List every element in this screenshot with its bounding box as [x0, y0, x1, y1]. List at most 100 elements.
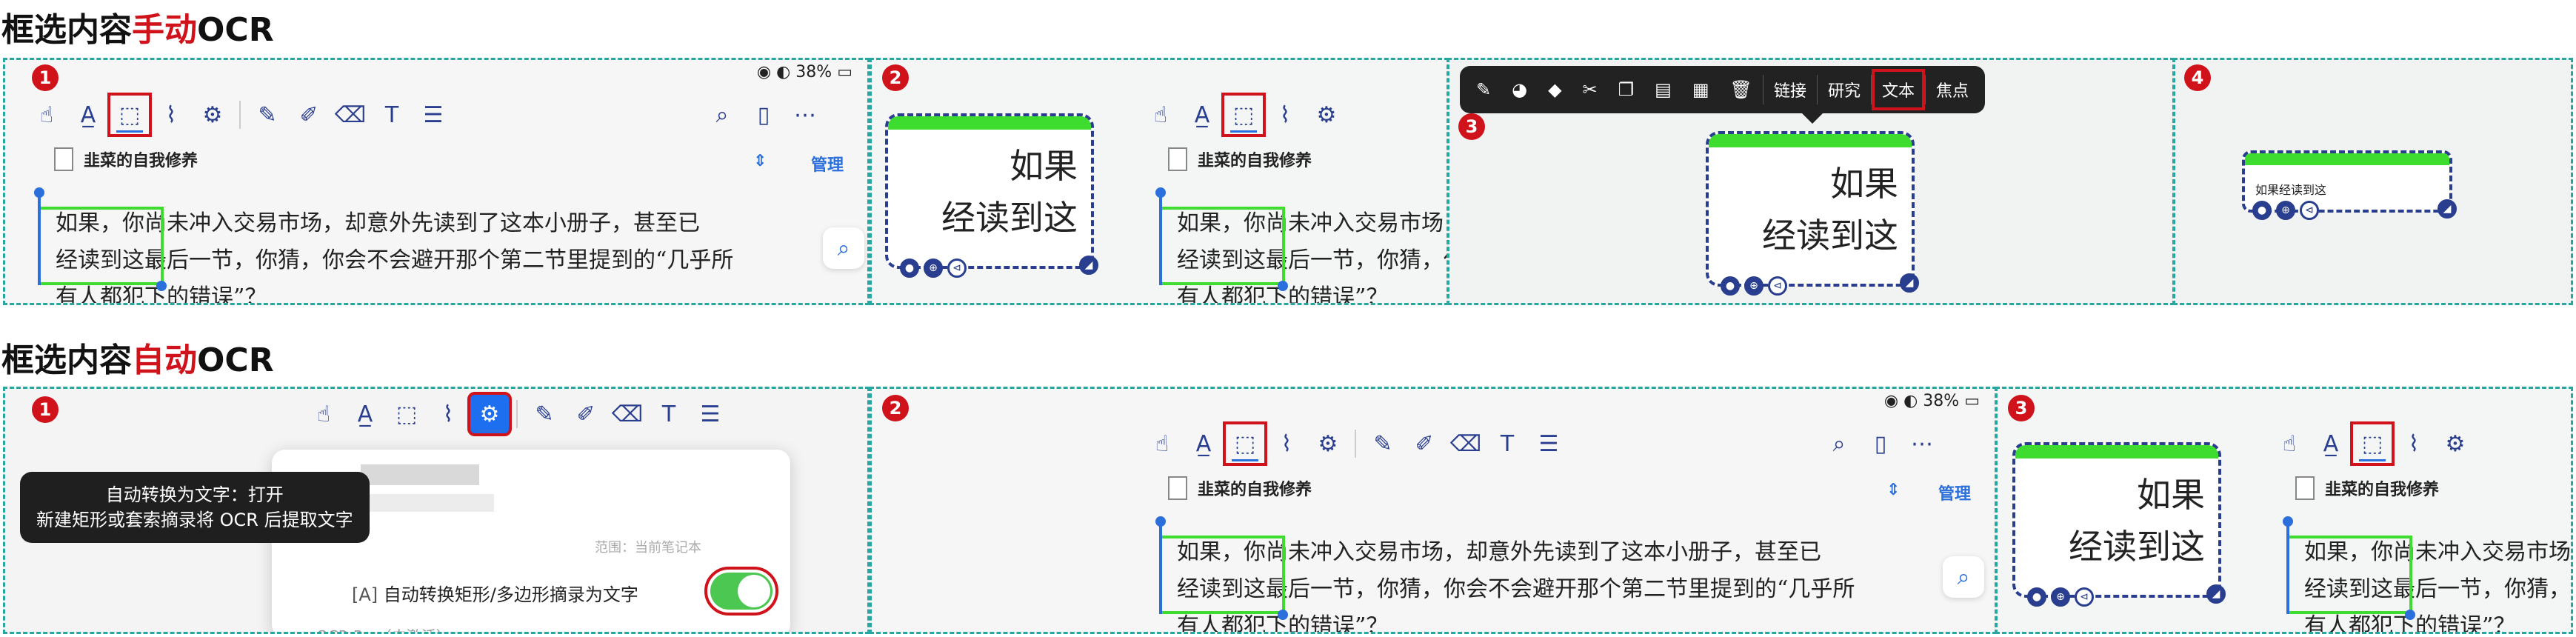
share-icon[interactable]: ⊲ — [2300, 201, 2319, 220]
menu-item-link[interactable]: 链接 — [1764, 69, 1817, 110]
comment-icon[interactable]: ● — [900, 259, 919, 278]
ocr-text-icon[interactable]: ☰ — [1528, 423, 1569, 464]
excerpt-card[interactable]: 如果 经读到这 ● ⊕ ⊲ ◢ — [2012, 442, 2226, 607]
selection-handle[interactable] — [156, 281, 167, 291]
sort-icon[interactable]: ⇕ — [1886, 481, 1900, 499]
rectangle-select-icon[interactable]: ⬚ — [2350, 421, 2395, 466]
lasso-select-icon[interactable]: ⌇ — [2393, 423, 2435, 464]
textbox-icon[interactable]: T — [371, 94, 413, 136]
bookmark-icon[interactable]: ▯ — [1860, 423, 1901, 464]
search-icon[interactable]: ⌕ — [701, 94, 743, 136]
excerpt-card[interactable]: 如果 经读到这 ● ⊕ ⊲ ◢ — [885, 113, 1098, 278]
manage-button[interactable]: 管理 — [811, 152, 844, 176]
rectangle-select-icon[interactable]: ⬚ — [1223, 421, 1267, 466]
rectangle-select-icon[interactable]: ⬚ — [386, 393, 427, 435]
search-icon[interactable]: ⌕ — [1818, 423, 1860, 464]
underline-pen-icon[interactable]: A̲ — [67, 94, 109, 136]
share-icon[interactable]: ⊲ — [947, 259, 967, 278]
toolbar: ☝ A̲ ⬚ ⌇ ⚙ ✎ ✐ ⌫ T ☰ — [26, 93, 454, 137]
textbox-icon[interactable]: T — [1486, 423, 1528, 464]
underline-pen-icon[interactable]: A̲ — [2310, 423, 2352, 464]
selection-handle[interactable] — [1278, 281, 1288, 291]
edit-icon[interactable]: ✎ — [1466, 69, 1501, 110]
search-fab-icon[interactable]: ⌕ — [823, 227, 864, 269]
bookmark-icon[interactable]: ▯ — [743, 94, 784, 136]
resize-handle-icon[interactable]: ◢ — [1079, 256, 1098, 275]
underline-pen-icon[interactable]: A̲ — [1183, 423, 1224, 464]
search-fab-icon[interactable]: ⌕ — [1943, 556, 1984, 598]
highlighter-icon[interactable]: ✐ — [1404, 423, 1445, 464]
scissors-icon[interactable]: ✂ — [1572, 69, 1608, 110]
hand-icon[interactable]: ☝ — [26, 94, 67, 136]
manage-button[interactable]: 管理 — [1938, 481, 1971, 504]
auto-ocr-gear-icon[interactable]: ⚙ — [1306, 94, 1347, 136]
share-icon[interactable]: ⊲ — [1768, 276, 1787, 296]
palette-icon[interactable]: ◕ — [1501, 69, 1538, 110]
eraser-icon[interactable]: ⌫ — [607, 393, 648, 435]
textbox-icon[interactable]: T — [648, 393, 690, 435]
selection-handle[interactable] — [2283, 516, 2293, 527]
link-icon[interactable]: ⊕ — [1744, 276, 1764, 296]
ocr-text-icon[interactable]: ☰ — [413, 94, 454, 136]
selection-handle[interactable] — [1155, 187, 1166, 198]
underline-pen-icon[interactable]: A̲ — [344, 393, 386, 435]
sort-icon[interactable]: ⇕ — [753, 152, 767, 170]
excerpt-card[interactable]: 如果 经读到这 ● ⊕ ⊲ ◢ — [1706, 131, 1919, 296]
pen-icon[interactable]: ✎ — [1362, 423, 1404, 464]
card-line: 如果 — [1830, 164, 1898, 204]
lasso-select-icon[interactable]: ⌇ — [150, 94, 192, 136]
more-icon[interactable]: ⋯ — [1901, 423, 1943, 464]
selection-handle[interactable] — [34, 187, 44, 198]
selection-rect[interactable] — [1159, 207, 1285, 285]
comment-icon[interactable]: ● — [1721, 276, 1740, 296]
paste-icon[interactable]: ▤ — [1644, 69, 1682, 110]
lasso-select-icon[interactable]: ⌇ — [1264, 94, 1306, 136]
excerpt-card-small[interactable]: 如果经读到这 ● ⊕ ⊲ ◢ — [2242, 150, 2457, 220]
rectangle-select-icon[interactable]: ⬚ — [107, 93, 152, 137]
lasso-select-icon[interactable]: ⌇ — [1266, 423, 1307, 464]
selection-handle[interactable] — [1155, 516, 1166, 527]
selection-handle[interactable] — [1278, 610, 1288, 620]
comment-icon[interactable]: ● — [2252, 201, 2272, 220]
lasso-select-icon[interactable]: ⌇ — [427, 393, 469, 435]
hand-icon[interactable]: ☝ — [1140, 94, 1181, 136]
menu-item-focus[interactable]: 焦点 — [1926, 69, 1979, 110]
pen-icon[interactable]: ✎ — [524, 393, 565, 435]
rectangle-select-icon[interactable]: ⬚ — [1221, 93, 1266, 137]
auto-ocr-gear-icon[interactable]: ⚙ — [192, 94, 233, 136]
resize-handle-icon[interactable]: ◢ — [2437, 199, 2457, 219]
auto-ocr-gear-icon[interactable]: ⚙ — [2435, 423, 2476, 464]
underline-pen-icon[interactable]: A̲ — [1181, 94, 1223, 136]
hand-icon[interactable]: ☝ — [2269, 423, 2310, 464]
auto-ocr-gear-icon[interactable]: ⚙ — [1307, 423, 1349, 464]
tag-icon[interactable]: ◆ — [1538, 69, 1572, 110]
hand-icon[interactable]: ☝ — [1141, 423, 1183, 464]
copy-icon[interactable]: ❐ — [1608, 69, 1645, 110]
menu-item-research[interactable]: 研究 — [1818, 69, 1871, 110]
hand-icon[interactable]: ☝ — [303, 393, 344, 435]
more-icon[interactable]: ⋯ — [784, 94, 826, 136]
clipboard-icon[interactable]: ▦ — [1682, 69, 1720, 110]
highlighter-icon[interactable]: ✐ — [288, 94, 330, 136]
selection-rect[interactable] — [38, 207, 164, 285]
scope-label: 范围：当前笔记本 — [595, 540, 701, 556]
eraser-icon[interactable]: ⌫ — [1445, 423, 1486, 464]
selection-handle[interactable] — [2405, 610, 2415, 620]
share-icon[interactable]: ⊲ — [2075, 587, 2094, 607]
link-icon[interactable]: ⊕ — [2051, 587, 2070, 607]
resize-handle-icon[interactable]: ◢ — [1900, 273, 1919, 293]
highlighter-icon[interactable]: ✐ — [565, 393, 607, 435]
selection-rect[interactable] — [2286, 536, 2412, 614]
ocr-text-icon[interactable]: ☰ — [690, 393, 731, 435]
pen-icon[interactable]: ✎ — [247, 94, 288, 136]
comment-icon[interactable]: ● — [2027, 587, 2046, 607]
selection-rect[interactable] — [1159, 536, 1285, 614]
trash-icon[interactable]: 🗑 — [1720, 69, 1763, 110]
resize-handle-icon[interactable]: ◢ — [2206, 584, 2226, 604]
link-icon[interactable]: ⊕ — [924, 259, 943, 278]
link-icon[interactable]: ⊕ — [2276, 201, 2295, 220]
auto-convert-toggle[interactable] — [704, 567, 778, 616]
eraser-icon[interactable]: ⌫ — [330, 94, 371, 136]
auto-ocr-gear-icon[interactable]: ⚙ — [467, 392, 512, 436]
menu-item-text[interactable]: 文本 — [1872, 69, 1926, 110]
